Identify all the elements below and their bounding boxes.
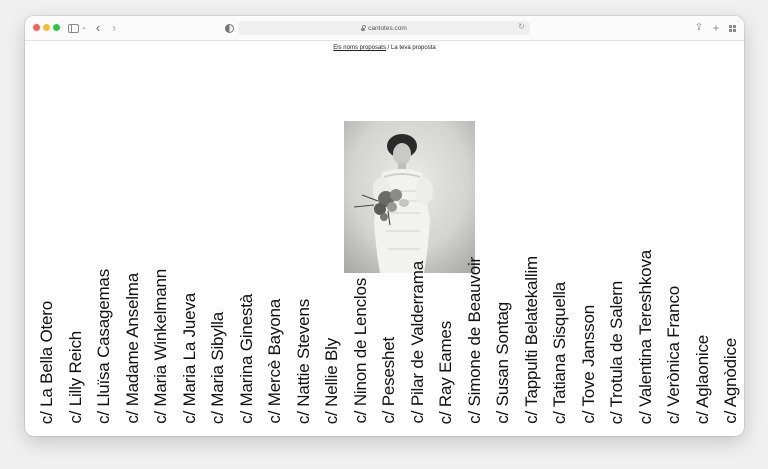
street-name-item[interactable]: c/ Agnòdice: [721, 338, 741, 424]
back-arrow-icon[interactable]: ‹: [94, 21, 102, 35]
street-name-item[interactable]: c/ Tappulti Belatekallim: [522, 256, 542, 424]
sidebar-toggle-icon[interactable]: [67, 21, 79, 35]
street-name-item[interactable]: c/ Nattie Stevens: [294, 299, 314, 424]
browser-toolbar: ⌄ ‹ › cantotes.com ↻ ⇪ +: [25, 16, 744, 41]
address-url: cantotes.com: [368, 24, 407, 32]
reload-icon[interactable]: ↻: [518, 22, 525, 31]
page-content: Els noms proposats / La teva proposta c/…: [25, 41, 744, 436]
chevron-down-icon[interactable]: ⌄: [81, 21, 87, 35]
street-name-item[interactable]: c/ Simone de Beauvoir: [465, 257, 485, 424]
new-tab-icon[interactable]: +: [711, 21, 721, 35]
street-name-item[interactable]: c/ Ninon de Lenclos: [351, 278, 371, 424]
minimize-window-button[interactable]: [43, 24, 50, 31]
privacy-shield-icon[interactable]: [224, 21, 234, 35]
street-name-item[interactable]: c/ Verònica Franco: [664, 286, 684, 424]
close-window-button[interactable]: [33, 24, 40, 31]
street-name-item[interactable]: c/ Tove Jansson: [579, 305, 599, 424]
zoom-window-button[interactable]: [53, 24, 60, 31]
street-name-item[interactable]: c/ Madame Anselma: [123, 273, 143, 424]
share-icon[interactable]: ⇪: [694, 21, 704, 35]
street-name-item[interactable]: c/ La Bella Otero: [37, 301, 57, 424]
street-name-item[interactable]: c/ Nellie Bly: [322, 338, 342, 424]
street-name-item[interactable]: c/ Valentina Tereshkova: [636, 250, 656, 424]
street-name-item[interactable]: c/ Lluïsa Casagemas: [94, 269, 114, 424]
forward-arrow-icon[interactable]: ›: [110, 21, 118, 35]
tab-overview-icon[interactable]: [727, 21, 737, 35]
lock-icon: [361, 25, 366, 31]
street-name-item[interactable]: c/ Maria Sibylla: [208, 312, 228, 424]
street-name-item[interactable]: c/ Marina Ginestà: [237, 294, 257, 424]
street-name-item[interactable]: c/ Aglaonice: [693, 335, 713, 424]
street-name-item[interactable]: c/ Maria Winkelmann: [151, 269, 171, 424]
street-name-item[interactable]: c/ Ray Eames: [436, 321, 456, 424]
street-name-item[interactable]: c/ Trotula de Salern: [607, 281, 627, 424]
street-name-item[interactable]: c/ Susan Sontag: [493, 302, 513, 424]
address-bar[interactable]: cantotes.com ↻: [238, 21, 530, 35]
browser-window: ⌄ ‹ › cantotes.com ↻ ⇪ + Els noms propos…: [25, 16, 744, 436]
street-name-item[interactable]: c/ Pilar de Valderrama: [408, 261, 428, 424]
street-name-item[interactable]: c/ Mercè Bayona: [265, 299, 285, 424]
street-name-item[interactable]: c/ Peseshet: [379, 337, 399, 424]
street-names-list: c/ La Bella Otero c/ Lilly Reich c/ Lluïsa…: [25, 41, 744, 436]
street-name-item[interactable]: c/ Lilly Reich: [66, 331, 86, 424]
street-name-item[interactable]: c/ Tatiana Sisquella: [550, 282, 570, 424]
street-name-item[interactable]: c/ Maria La Jueva: [180, 293, 200, 424]
